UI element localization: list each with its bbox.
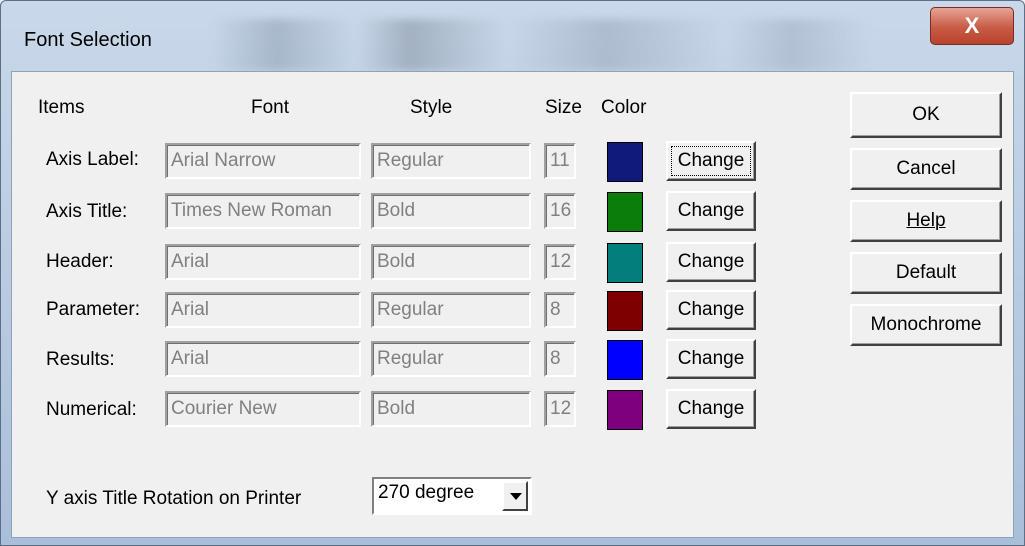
- color-swatch-numerical: [607, 390, 643, 430]
- size-field-axis-label: 11: [544, 143, 576, 179]
- row-label-parameter: Parameter:: [46, 299, 140, 320]
- window-title: Font Selection: [24, 29, 152, 51]
- row-label-header: Header:: [46, 251, 114, 272]
- style-field-results: Regular: [371, 341, 531, 377]
- cancel-button[interactable]: Cancel: [850, 148, 1002, 190]
- row-label-results: Results:: [46, 349, 115, 370]
- header-items: Items: [38, 97, 85, 118]
- header-size: Size: [545, 97, 582, 118]
- rotation-select-value: 270 degree: [378, 482, 475, 503]
- change-button-axis-label[interactable]: Change: [666, 141, 756, 181]
- color-swatch-parameter: [607, 291, 643, 331]
- font-field-axis-label: Arial Narrow: [165, 143, 361, 179]
- header-font: Font: [251, 97, 290, 118]
- dialog-body: Items Font Style Size Color Axis Label: …: [11, 71, 1014, 538]
- font-field-header: Arial: [165, 244, 361, 280]
- change-button-numerical[interactable]: Change: [666, 389, 756, 429]
- default-label: Default: [895, 262, 957, 283]
- style-field-parameter: Regular: [371, 292, 531, 328]
- style-field-axis-label: Regular: [371, 143, 531, 179]
- default-button[interactable]: Default: [850, 252, 1002, 294]
- change-button-results[interactable]: Change: [666, 339, 756, 379]
- monochrome-label: Monochrome: [870, 314, 982, 335]
- font-field-axis-title: Times New Roman: [165, 193, 361, 229]
- size-field-header: 12: [544, 244, 576, 280]
- header-style: Style: [410, 97, 453, 118]
- monochrome-button[interactable]: Monochrome: [850, 304, 1002, 346]
- color-swatch-results: [607, 340, 643, 380]
- help-button[interactable]: Help: [850, 200, 1002, 242]
- color-swatch-axis-title: [607, 192, 643, 232]
- rotation-label: Y axis Title Rotation on Printer: [46, 488, 302, 509]
- header-color: Color: [601, 97, 647, 118]
- change-button-axis-title[interactable]: Change: [666, 191, 756, 231]
- row-label-axis-label: Axis Label:: [46, 149, 139, 170]
- chevron-down-icon[interactable]: [502, 481, 528, 511]
- color-swatch-header: [607, 243, 643, 283]
- change-button-header[interactable]: Change: [666, 242, 756, 282]
- ok-button[interactable]: OK: [850, 92, 1002, 138]
- font-selection-dialog: Font Selection X Items Font Style Size C…: [0, 0, 1025, 546]
- change-button-parameter[interactable]: Change: [666, 290, 756, 330]
- style-field-header: Bold: [371, 244, 531, 280]
- font-field-numerical: Courier New: [165, 391, 361, 427]
- style-field-axis-title: Bold: [371, 193, 531, 229]
- row-label-axis-title: Axis Title:: [46, 201, 128, 222]
- font-field-parameter: Arial: [165, 292, 361, 328]
- font-field-results: Arial: [165, 341, 361, 377]
- size-field-results: 8: [544, 341, 576, 377]
- color-swatch-axis-label: [607, 142, 643, 182]
- close-button[interactable]: X: [930, 7, 1014, 45]
- style-field-numerical: Bold: [371, 391, 531, 427]
- help-label: Help: [906, 210, 946, 231]
- size-field-axis-title: 16: [544, 193, 576, 229]
- rotation-select[interactable]: 270 degree: [372, 477, 532, 515]
- size-field-numerical: 12: [544, 391, 576, 427]
- row-label-numerical: Numerical:: [46, 399, 137, 420]
- size-field-parameter: 8: [544, 292, 576, 328]
- title-bar-background: [211, 19, 871, 71]
